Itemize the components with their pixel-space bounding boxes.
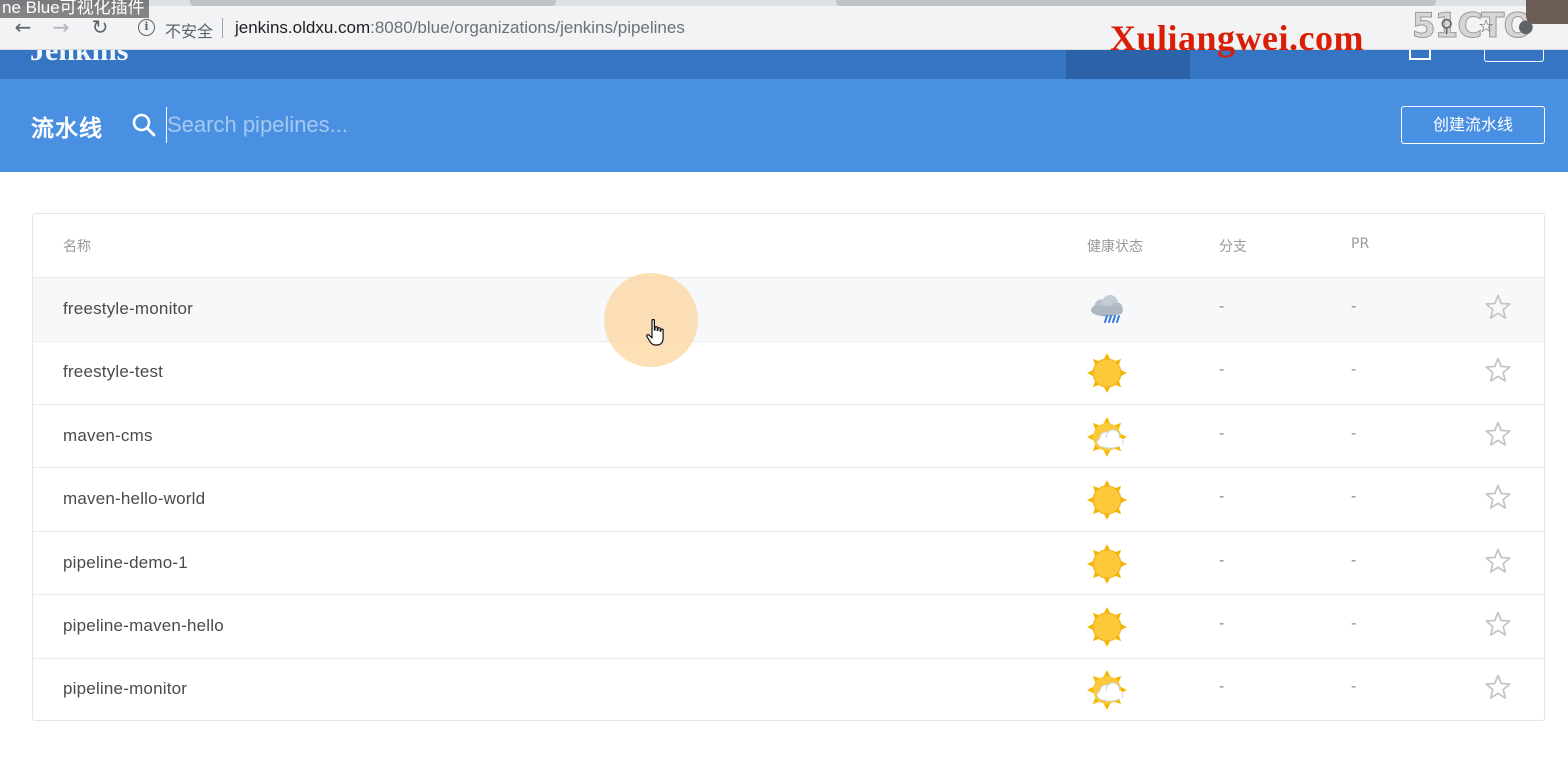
sunny-weather-icon <box>1086 479 1128 521</box>
favorite-star-icon[interactable] <box>1484 610 1512 638</box>
page-title: 流水线 <box>31 115 103 141</box>
favorite-star-icon[interactable] <box>1484 547 1512 575</box>
browser-tab[interactable] <box>190 0 556 6</box>
pipeline-name-link[interactable]: freestyle-monitor <box>63 299 193 319</box>
branches-value: - <box>1219 488 1225 506</box>
video-title-overlay: ne Blue可视化插件 <box>0 0 149 18</box>
branches-value: - <box>1219 615 1225 632</box>
table-row[interactable]: maven-cms - - <box>33 405 1544 469</box>
table-row[interactable]: maven-hello-world - - <box>33 468 1544 532</box>
table-row[interactable]: freestyle-test - - <box>33 341 1544 405</box>
branches-value: - <box>1219 424 1225 442</box>
url-text[interactable]: jenkins.oldxu.com:8080/blue/organization… <box>235 18 685 38</box>
sunny-weather-icon <box>1086 352 1128 394</box>
table-row[interactable]: pipeline-maven-hello - - <box>33 595 1544 659</box>
hand-pointer-icon <box>646 318 664 346</box>
presenter-thumbnail <box>1526 0 1568 24</box>
pipeline-name-link[interactable]: freestyle-test <box>63 362 163 382</box>
column-header-branches[interactable]: 分支 <box>1219 236 1247 256</box>
pr-value: - <box>1351 615 1357 632</box>
pr-value: - <box>1351 678 1357 696</box>
pipelines-bar: 流水线 创建流水线 <box>0 79 1568 172</box>
pipeline-name-link[interactable]: maven-hello-world <box>63 489 205 509</box>
favorite-star-icon[interactable] <box>1484 356 1512 384</box>
partly-cloudy-weather-icon <box>1086 669 1128 711</box>
pipeline-name-link[interactable]: pipeline-demo-1 <box>63 553 188 573</box>
table-row[interactable]: pipeline-monitor - - <box>33 658 1544 722</box>
favorite-star-icon[interactable] <box>1484 483 1512 511</box>
brand-watermark: 51CTO <box>1411 6 1532 47</box>
favorite-star-icon[interactable] <box>1484 293 1512 321</box>
security-label[interactable]: 不安全 <box>165 18 213 42</box>
browser-tab[interactable] <box>836 0 1436 6</box>
branches-value: - <box>1219 678 1225 696</box>
forward-button[interactable]: → <box>50 16 72 38</box>
exit-icon[interactable] <box>1409 50 1431 60</box>
pipelines-table: 名称 健康状态 分支 PR freestyle-monitor - - freesty… <box>32 213 1545 721</box>
search-icon <box>132 113 156 137</box>
sunny-weather-icon <box>1086 543 1128 585</box>
reload-button[interactable]: ↻ <box>89 16 111 38</box>
header-login-button[interactable] <box>1484 50 1544 62</box>
table-row[interactable]: pipeline-demo-1 - - <box>33 532 1544 596</box>
bookmark-star-icon[interactable]: ☆ <box>1478 16 1494 37</box>
branches-value: - <box>1219 298 1225 315</box>
column-header-name[interactable]: 名称 <box>63 236 91 256</box>
favorite-star-icon[interactable] <box>1484 420 1512 448</box>
url-separator <box>222 18 223 38</box>
pr-value: - <box>1351 361 1357 379</box>
pr-value: - <box>1351 551 1357 569</box>
sunny-weather-icon <box>1086 606 1128 648</box>
search-input[interactable] <box>166 107 866 143</box>
pipeline-name-link[interactable]: pipeline-monitor <box>63 679 187 699</box>
table-row[interactable]: freestyle-monitor - - <box>33 278 1544 342</box>
favorite-star-icon[interactable] <box>1484 673 1512 701</box>
column-header-health[interactable]: 健康状态 <box>1087 236 1143 256</box>
branches-value: - <box>1219 551 1225 569</box>
partly-cloudy-weather-icon <box>1086 416 1128 458</box>
pr-value: - <box>1351 298 1357 315</box>
url-host: jenkins.oldxu.com <box>235 18 371 37</box>
create-pipeline-button[interactable]: 创建流水线 <box>1401 106 1545 144</box>
table-header: 名称 健康状态 分支 PR <box>33 214 1544 278</box>
pipeline-name-link[interactable]: maven-cms <box>63 426 153 446</box>
pipeline-name-link[interactable]: pipeline-maven-hello <box>63 616 224 636</box>
column-header-pr[interactable]: PR <box>1351 236 1369 252</box>
watermark-text: Xuliangwei.com <box>1110 18 1364 58</box>
back-button[interactable]: ← <box>12 16 34 38</box>
info-icon[interactable]: i <box>138 19 155 36</box>
pr-value: - <box>1351 488 1357 506</box>
rain-weather-icon <box>1086 289 1128 331</box>
branches-value: - <box>1219 361 1225 379</box>
jenkins-logo[interactable]: Jenkins <box>30 50 128 68</box>
pr-value: - <box>1351 424 1357 442</box>
zoom-icon[interactable]: ⚲ <box>1440 16 1453 37</box>
url-path: :8080/blue/organizations/jenkins/pipelin… <box>370 18 685 37</box>
